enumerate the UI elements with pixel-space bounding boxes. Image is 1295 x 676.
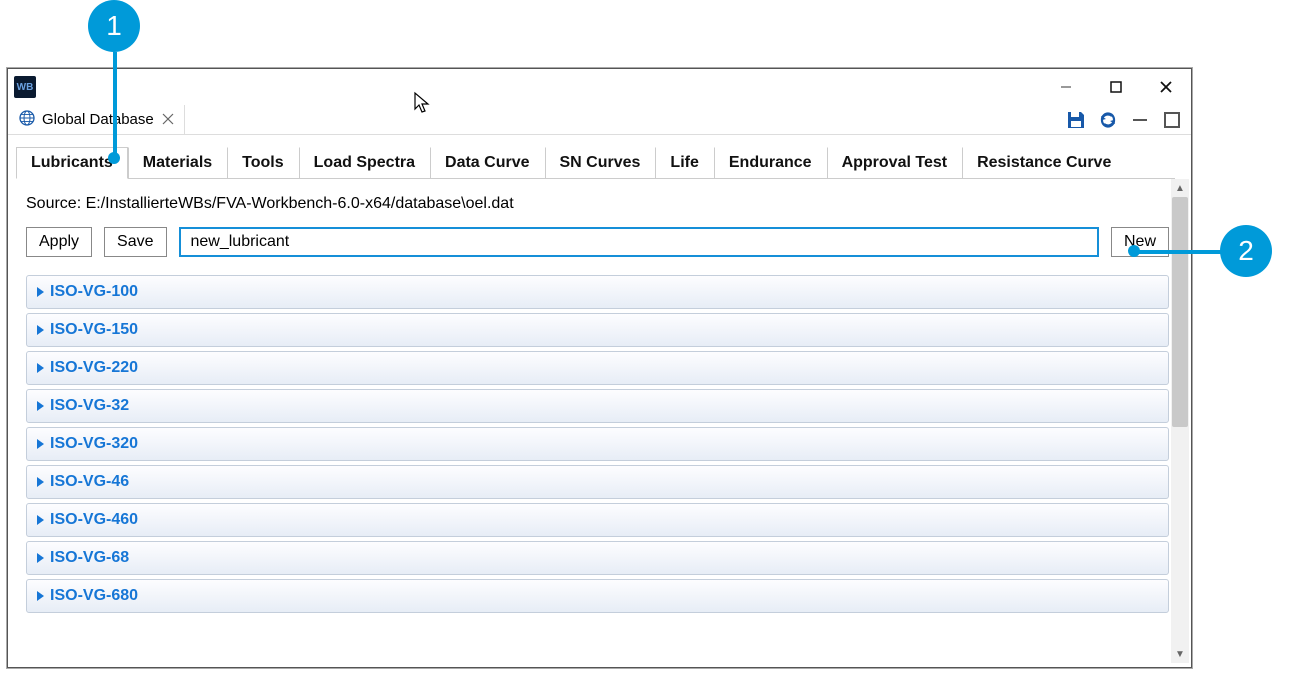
list-item[interactable]: ISO-VG-100 bbox=[26, 275, 1169, 309]
app-window: WB Global Database bbox=[7, 68, 1192, 668]
save-icon[interactable] bbox=[1065, 109, 1087, 131]
category-tabs: LubricantsMaterialsToolsLoad SpectraData… bbox=[16, 147, 1175, 179]
minimize-button[interactable] bbox=[1041, 69, 1091, 105]
name-input[interactable] bbox=[179, 227, 1099, 257]
editor-tabstrip: Global Database bbox=[8, 105, 1191, 135]
category-tab-life[interactable]: Life bbox=[655, 147, 713, 178]
refresh-icon[interactable] bbox=[1097, 109, 1119, 131]
expand-icon[interactable] bbox=[37, 591, 44, 601]
category-tab-endurance[interactable]: Endurance bbox=[714, 147, 827, 178]
tab-close-icon[interactable] bbox=[162, 112, 174, 128]
category-tab-approval-test[interactable]: Approval Test bbox=[827, 147, 963, 178]
category-tab-data-curve[interactable]: Data Curve bbox=[430, 147, 544, 178]
save-button[interactable]: Save bbox=[104, 227, 166, 257]
list-item-label: ISO-VG-680 bbox=[50, 587, 138, 605]
items-list: ISO-VG-100 ISO-VG-150 ISO-VG-220 ISO-VG-32 I… bbox=[26, 275, 1169, 613]
editor-tab-global-database[interactable]: Global Database bbox=[8, 105, 185, 134]
list-item-label: ISO-VG-100 bbox=[50, 283, 138, 301]
maximize-button[interactable] bbox=[1091, 69, 1141, 105]
list-item[interactable]: ISO-VG-220 bbox=[26, 351, 1169, 385]
callout-2: 2 bbox=[1220, 225, 1272, 277]
list-item-label: ISO-VG-460 bbox=[50, 511, 138, 529]
category-tab-sn-curves[interactable]: SN Curves bbox=[545, 147, 656, 178]
list-item-label: ISO-VG-32 bbox=[50, 397, 129, 415]
list-item-label: ISO-VG-46 bbox=[50, 473, 129, 491]
category-tab-resistance-curve[interactable]: Resistance Curve bbox=[962, 147, 1126, 178]
expand-icon[interactable] bbox=[37, 477, 44, 487]
scroll-up-icon[interactable]: ▲ bbox=[1171, 179, 1189, 197]
editor-tab-label: Global Database bbox=[42, 111, 154, 128]
list-item[interactable]: ISO-VG-320 bbox=[26, 427, 1169, 461]
callout-2-dot bbox=[1128, 245, 1140, 257]
list-item-label: ISO-VG-220 bbox=[50, 359, 138, 377]
category-tab-tools[interactable]: Tools bbox=[227, 147, 298, 178]
expand-icon[interactable] bbox=[37, 515, 44, 525]
expand-icon[interactable] bbox=[37, 439, 44, 449]
callout-1: 1 bbox=[88, 0, 140, 52]
list-item[interactable]: ISO-VG-150 bbox=[26, 313, 1169, 347]
scroll-down-icon[interactable]: ▼ bbox=[1171, 645, 1189, 663]
window-controls bbox=[1041, 69, 1191, 105]
callout-1-line bbox=[113, 52, 117, 156]
maximize-view-icon[interactable] bbox=[1161, 109, 1183, 131]
category-tab-materials[interactable]: Materials bbox=[128, 147, 227, 178]
action-row: Apply Save New bbox=[26, 227, 1169, 257]
list-item[interactable]: ISO-VG-680 bbox=[26, 579, 1169, 613]
list-item[interactable]: ISO-VG-32 bbox=[26, 389, 1169, 423]
apply-button[interactable]: Apply bbox=[26, 227, 92, 257]
list-item-label: ISO-VG-150 bbox=[50, 321, 138, 339]
expand-icon[interactable] bbox=[37, 325, 44, 335]
scroll-thumb[interactable] bbox=[1172, 197, 1188, 427]
list-item-label: ISO-VG-320 bbox=[50, 435, 138, 453]
list-item[interactable]: ISO-VG-68 bbox=[26, 541, 1169, 575]
list-item-label: ISO-VG-68 bbox=[50, 549, 129, 567]
list-item[interactable]: ISO-VG-460 bbox=[26, 503, 1169, 537]
view-toolbar bbox=[1065, 105, 1191, 134]
source-path: Source: E:/InstallierteWBs/FVA-Workbench… bbox=[26, 195, 1169, 213]
expand-icon[interactable] bbox=[37, 363, 44, 373]
category-tab-load-spectra[interactable]: Load Spectra bbox=[299, 147, 430, 178]
list-item[interactable]: ISO-VG-46 bbox=[26, 465, 1169, 499]
expand-icon[interactable] bbox=[37, 401, 44, 411]
close-button[interactable] bbox=[1141, 69, 1191, 105]
content-area: Source: E:/InstallierteWBs/FVA-Workbench… bbox=[8, 179, 1191, 663]
expand-icon[interactable] bbox=[37, 287, 44, 297]
expand-icon[interactable] bbox=[37, 553, 44, 563]
callout-2-line bbox=[1136, 250, 1222, 254]
callout-1-dot bbox=[108, 152, 120, 164]
minimize-view-icon[interactable] bbox=[1129, 109, 1151, 131]
titlebar: WB bbox=[8, 69, 1191, 105]
app-icon: WB bbox=[14, 76, 36, 98]
globe-icon bbox=[18, 109, 36, 131]
